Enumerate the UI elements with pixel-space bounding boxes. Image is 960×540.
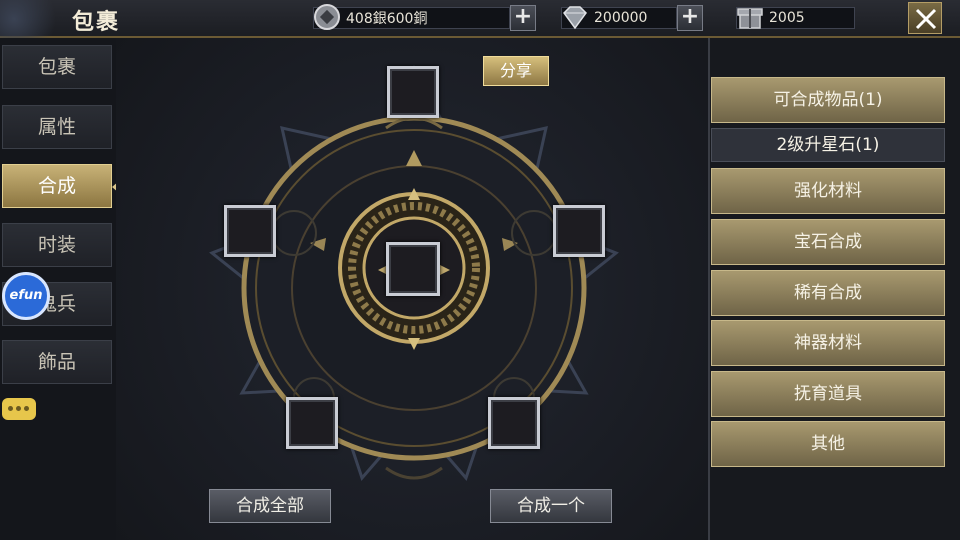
category-rare-combine[interactable]: 稀有合成 [711, 270, 945, 316]
category-combinable-items[interactable]: 可合成物品(1) [711, 77, 945, 123]
material-slot-top[interactable] [387, 66, 439, 118]
category-nurture-items[interactable]: 抚育道具 [711, 371, 945, 417]
tab-attributes[interactable]: 属性 [2, 105, 112, 149]
silver-currency: 408銀600銅 [313, 4, 510, 30]
diamond-icon [563, 6, 587, 30]
combine-all-button[interactable]: 合成全部 [209, 489, 331, 523]
close-button[interactable] [908, 2, 942, 34]
tab-bag[interactable]: 包裹 [2, 45, 112, 89]
page-title: 包裹 [72, 9, 121, 35]
category-gem-combine[interactable]: 宝石合成 [711, 219, 945, 265]
coin-icon [314, 4, 340, 30]
add-diamond-button[interactable]: + [677, 5, 703, 31]
share-button[interactable]: 分享 [483, 56, 549, 86]
category-artifact-materials[interactable]: 神器材料 [711, 320, 945, 366]
gift-currency: 2005 [736, 7, 855, 29]
combine-panel [116, 38, 708, 540]
close-icon [915, 8, 937, 30]
tab-accessories[interactable]: 飾品 [2, 340, 112, 384]
title-ornament [0, 0, 70, 38]
category-other[interactable]: 其他 [711, 421, 945, 467]
top-bar: 包裹 408銀600銅 + 200000 + 2005 [0, 0, 960, 38]
material-slot-left[interactable] [224, 205, 276, 257]
gift-icon [737, 8, 763, 29]
chat-bubble-icon[interactable] [2, 398, 36, 420]
material-slot-bottom-right[interactable] [488, 397, 540, 449]
tab-combine[interactable]: 合成 [2, 164, 112, 208]
diamond-currency: 200000 [561, 6, 677, 30]
efun-floating-button[interactable]: efun [2, 272, 50, 320]
material-slot-right[interactable] [553, 205, 605, 257]
combine-one-button[interactable]: 合成一个 [490, 489, 612, 523]
material-slot-bottom-left[interactable] [286, 397, 338, 449]
category-enhance-materials[interactable]: 强化材料 [711, 168, 945, 214]
tab-fashion[interactable]: 时装 [2, 223, 112, 267]
result-slot[interactable] [386, 242, 440, 296]
category-star-stone-lv2[interactable]: 2级升星石(1) [711, 128, 945, 162]
add-silver-button[interactable]: + [510, 5, 536, 31]
